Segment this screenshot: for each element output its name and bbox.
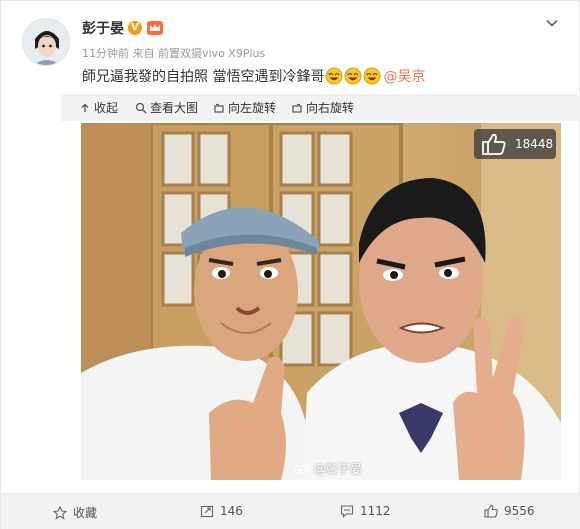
favorite-button[interactable]: 收藏 [53, 504, 97, 521]
watermark-text: @彭于晏 [313, 462, 362, 476]
member-crown-icon[interactable] [147, 21, 163, 35]
user-name[interactable]: 彭于晏 [82, 18, 124, 38]
laughing-emoji-icon [363, 67, 381, 85]
photo-like-button[interactable]: 18448 [474, 129, 556, 159]
like-button[interactable]: 9556 [484, 504, 535, 518]
post-actions-bar: 收藏 146 1112 9556 [1, 493, 580, 529]
rotate-right-button[interactable]: 向右旋转 [291, 99, 354, 116]
like-count: 9556 [504, 504, 535, 518]
comment-icon [340, 505, 354, 518]
repost-icon [200, 505, 214, 518]
post-body: 師兄逼我發的自拍照 當悟空遇到冷鋒哥 [82, 69, 325, 85]
image-toolbar: 收起 查看大图 向左旋转 向右旋转 [61, 94, 580, 121]
laughing-emoji-icon [344, 67, 362, 85]
view-large-label: 查看大图 [150, 101, 199, 115]
rotate-left-icon [214, 103, 224, 113]
view-large-button[interactable]: 查看大图 [135, 99, 198, 116]
photo-watermark: @彭于晏 [293, 460, 362, 477]
post-meta: 11分钟前 来自 前置双摄vivo X9Plus [82, 47, 266, 60]
magnifier-icon [135, 102, 147, 113]
undo-arrow-icon [81, 103, 89, 112]
selfie-illustration [81, 123, 561, 480]
thumbs-up-icon [482, 133, 506, 155]
weibo-post-card: 彭于晏 V 11分钟前 来自 前置双摄vivo X9Plus 師兄逼我發的自拍照… [0, 0, 580, 529]
post-text: 師兄逼我發的自拍照 當悟空遇到冷鋒哥 @吴京 [82, 66, 425, 86]
star-icon [53, 505, 67, 520]
weibo-logo-icon [293, 462, 310, 475]
repost-count: 146 [220, 504, 243, 518]
repost-button[interactable]: 146 [200, 504, 243, 518]
laughing-emoji-icon [325, 67, 343, 85]
rotate-right-label: 向右旋转 [306, 101, 355, 115]
thumbs-up-icon [484, 504, 498, 518]
photo-like-count: 18448 [515, 137, 554, 151]
verified-badge[interactable]: V [128, 21, 142, 35]
rotate-left-label: 向左旋转 [228, 101, 277, 115]
rotate-left-button[interactable]: 向左旋转 [213, 99, 276, 116]
avatar[interactable] [22, 18, 70, 66]
post-photo[interactable] [81, 123, 561, 480]
collapse-button[interactable]: 收起 [79, 99, 118, 116]
favorite-label: 收藏 [73, 506, 98, 520]
mention-link[interactable]: @吴京 [383, 66, 425, 86]
avatar-image [23, 19, 69, 65]
comment-button[interactable]: 1112 [340, 504, 391, 518]
comment-count: 1112 [360, 504, 391, 518]
collapse-label: 收起 [94, 101, 119, 115]
rotate-right-icon [292, 103, 302, 113]
chevron-down-icon[interactable] [545, 15, 559, 29]
